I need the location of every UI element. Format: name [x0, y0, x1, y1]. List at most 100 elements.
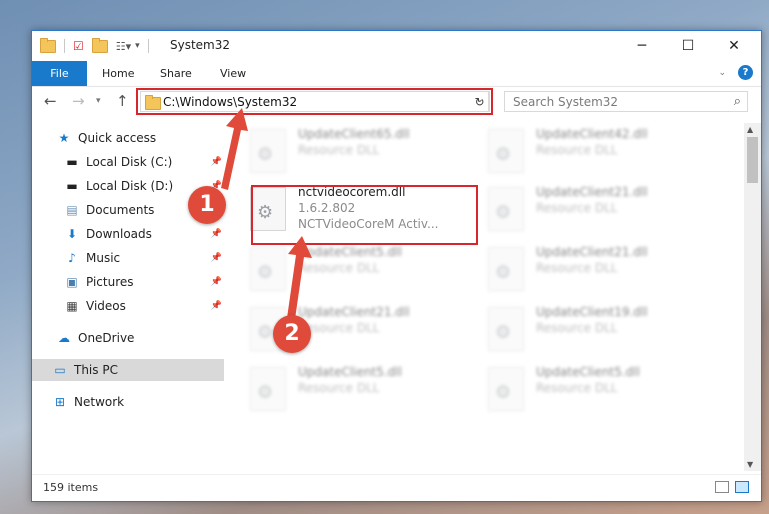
pictures-icon: ▣: [66, 275, 78, 289]
pin-icon[interactable]: 📌: [211, 277, 222, 287]
view-options-icon[interactable]: ☷▾: [116, 40, 131, 53]
dll-file-icon: ⚙: [250, 129, 286, 173]
window-title: System32: [170, 38, 231, 52]
address-highlight: [136, 88, 493, 115]
new-folder-icon[interactable]: [91, 37, 108, 53]
nav-item-label: OneDrive: [78, 331, 135, 345]
callout-2-badge: 2: [273, 315, 311, 353]
tab-share[interactable]: Share: [160, 61, 192, 86]
toolbar-separator: [147, 39, 149, 53]
file-name: UpdateClient21.dll: [298, 305, 410, 319]
search-icon[interactable]: ⌕: [734, 94, 741, 109]
file-type: Resource DLL: [298, 261, 380, 275]
nav-network[interactable]: ⊞ Network: [52, 391, 244, 413]
nav-item-label: Videos: [86, 299, 126, 313]
large-icons-view-icon[interactable]: [735, 481, 749, 493]
dll-file-icon: ⚙: [488, 187, 524, 231]
help-button[interactable]: ?: [738, 65, 753, 80]
details-view-icon[interactable]: [715, 481, 729, 493]
file-type: Resource DLL: [536, 143, 618, 157]
nav-music[interactable]: ♪ Music 📌: [64, 247, 224, 269]
tab-home[interactable]: Home: [102, 61, 134, 86]
tab-view[interactable]: View: [220, 61, 246, 86]
file-item[interactable]: ⚙ UpdateClient21.dll Resource DLL: [466, 181, 686, 237]
pin-icon[interactable]: 📌: [211, 157, 222, 167]
status-bar: 159 items: [32, 474, 761, 501]
nav-item-label: Pictures: [86, 275, 134, 289]
ribbon-tabs: File Home Share View ⌄ ?: [32, 61, 761, 87]
file-name: UpdateClient5.dll: [298, 365, 402, 379]
properties-icon[interactable]: ☑: [73, 39, 84, 53]
computer-icon: ▭: [54, 363, 66, 377]
nav-onedrive[interactable]: ☁ OneDrive: [56, 327, 248, 349]
nav-item-label: Quick access: [78, 131, 157, 145]
nav-item-label: Downloads: [86, 227, 152, 241]
dll-file-icon: ⚙: [250, 367, 286, 411]
nav-item-label: Music: [86, 251, 121, 265]
file-name: UpdateClient19.dll: [536, 305, 648, 319]
vertical-scrollbar[interactable]: ▲ ▼: [744, 123, 761, 471]
file-type: Resource DLL: [536, 261, 618, 275]
nav-this-pc[interactable]: ▭ This PC: [32, 359, 224, 381]
videos-icon: ▦: [66, 299, 78, 313]
file-item[interactable]: ⚙ UpdateClient21.dll Resource DLL: [466, 241, 686, 297]
scroll-down-icon[interactable]: ▼: [747, 460, 753, 469]
file-name: UpdateClient5.dll: [298, 245, 402, 259]
drive-icon: ▬: [66, 179, 78, 193]
file-item[interactable]: ⚙ UpdateClient42.dll Resource DLL: [466, 123, 686, 179]
close-button[interactable]: ✕: [711, 31, 757, 61]
pin-icon[interactable]: 📌: [211, 229, 222, 239]
dll-file-icon: ⚙: [488, 129, 524, 173]
navigation-pane: ★ Quick access ▬ Local Disk (C:) 📌 ▬ Loc…: [32, 123, 226, 471]
up-arrow-icon[interactable]: ↑: [116, 92, 129, 110]
download-icon: ⬇: [66, 227, 78, 241]
file-type: Resource DLL: [536, 381, 618, 395]
view-switcher: [715, 481, 749, 493]
file-item[interactable]: ⚙ UpdateClient5.dll Resource DLL: [228, 361, 448, 417]
file-item[interactable]: ⚙ UpdateClient21.dll Resource DLL: [228, 301, 448, 357]
dll-file-icon: ⚙: [488, 367, 524, 411]
customize-toolbar-icon[interactable]: ▾: [135, 41, 140, 51]
dll-file-icon: ⚙: [250, 247, 286, 291]
scroll-up-icon[interactable]: ▲: [747, 125, 753, 134]
nav-downloads[interactable]: ⬇ Downloads 📌: [64, 223, 224, 245]
nav-item-label: This PC: [74, 363, 118, 377]
maximize-button[interactable]: ☐: [665, 31, 711, 61]
nav-local-disk-c[interactable]: ▬ Local Disk (C:) 📌: [64, 151, 224, 173]
nav-quick-access[interactable]: ★ Quick access: [56, 127, 248, 149]
scroll-thumb[interactable]: [747, 137, 758, 183]
music-icon: ♪: [68, 251, 76, 265]
folder-icon[interactable]: [40, 37, 56, 53]
search-input[interactable]: Search System32: [513, 95, 618, 109]
nav-pictures[interactable]: ▣ Pictures 📌: [64, 271, 224, 293]
forward-arrow-icon[interactable]: →: [72, 92, 85, 110]
toolbar-separator: [64, 39, 65, 53]
file-item[interactable]: ⚙ UpdateClient19.dll Resource DLL: [466, 301, 686, 357]
dll-file-icon: ⚙: [488, 247, 524, 291]
nav-item-label: Documents: [86, 203, 155, 217]
search-box[interactable]: Search System32 ⌕: [504, 91, 748, 112]
recent-locations-icon[interactable]: ▾: [96, 96, 101, 106]
dll-file-icon: ⚙: [488, 307, 524, 351]
back-arrow-icon[interactable]: ←: [44, 92, 57, 110]
file-type: Resource DLL: [298, 381, 380, 395]
chevron-down-icon[interactable]: ⌄: [718, 68, 726, 78]
file-name: UpdateClient21.dll: [536, 245, 648, 259]
file-item[interactable]: ⚙ UpdateClient5.dll Resource DLL: [228, 241, 448, 297]
nav-item-label: Network: [74, 395, 125, 409]
tab-file[interactable]: File: [32, 61, 87, 86]
cloud-icon: ☁: [58, 331, 70, 345]
file-name: UpdateClient21.dll: [536, 185, 648, 199]
file-type: Resource DLL: [536, 321, 618, 335]
file-item[interactable]: ⚙ UpdateClient5.dll Resource DLL: [466, 361, 686, 417]
file-type: Resource DLL: [536, 201, 618, 215]
pin-icon[interactable]: 📌: [211, 301, 222, 311]
documents-icon: ▤: [66, 203, 78, 217]
file-item[interactable]: ⚙ UpdateClient65.dll Resource DLL: [228, 123, 448, 179]
nav-videos[interactable]: ▦ Videos 📌: [64, 295, 224, 317]
ribbon-right: ⌄ ?: [718, 65, 753, 80]
file-name: UpdateClient65.dll: [298, 127, 410, 141]
pin-icon[interactable]: 📌: [211, 253, 222, 263]
nav-item-label: Local Disk (C:): [86, 155, 173, 169]
minimize-button[interactable]: ─: [619, 31, 665, 61]
